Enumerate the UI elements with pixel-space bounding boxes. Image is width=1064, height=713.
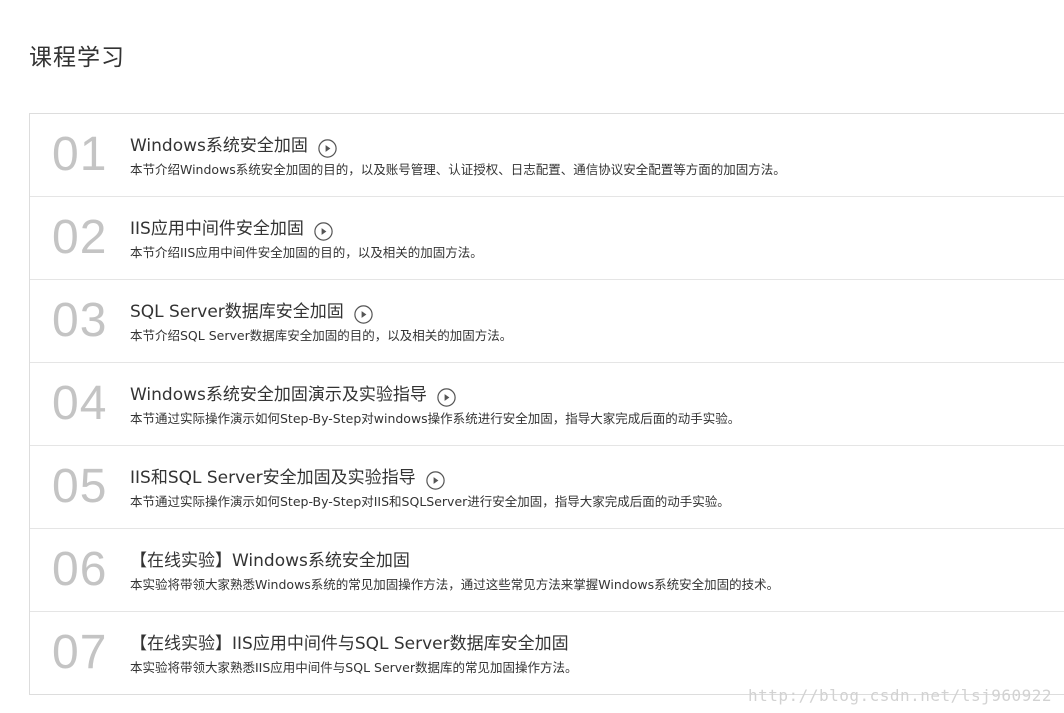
play-circle-icon[interactable] (314, 221, 333, 241)
course-title-row: IIS应用中间件安全加固 (130, 217, 333, 241)
course-number: 02 (52, 211, 108, 264)
play-circle-icon[interactable] (437, 387, 456, 407)
course-title-link[interactable]: Windows系统安全加固演示及实验指导 (130, 384, 427, 406)
play-circle-icon[interactable] (354, 304, 373, 324)
course-description: 本实验将带领大家熟悉Windows系统的常见加固操作方法，通过这些常见方法来掌握… (130, 577, 780, 592)
course-item[interactable]: 03 SQL Server数据库安全加固 本节介绍SQL Server数据库安全… (30, 280, 1064, 363)
watermark: http://blog.csdn.net/lsj960922 (748, 686, 1052, 705)
play-circle-icon[interactable] (318, 138, 337, 158)
course-title-link[interactable]: 【在线实验】Windows系统安全加固 (130, 550, 410, 572)
course-title-row: IIS和SQL Server安全加固及实验指导 (130, 466, 445, 490)
course-title-row: Windows系统安全加固演示及实验指导 (130, 383, 456, 407)
course-title-link[interactable]: 【在线实验】IIS应用中间件与SQL Server数据库安全加固 (130, 633, 569, 655)
course-item[interactable]: 01 Windows系统安全加固 本节介绍Windows系统安全加固的目的，以及… (30, 114, 1064, 197)
course-description: 本实验将带领大家熟悉IIS应用中间件与SQL Server数据库的常见加固操作方… (130, 660, 578, 675)
course-title-row: SQL Server数据库安全加固 (130, 300, 373, 324)
course-title-link[interactable]: Windows系统安全加固 (130, 135, 308, 157)
course-item[interactable]: 04 Windows系统安全加固演示及实验指导 本节通过实际操作演示如何Step… (30, 363, 1064, 446)
course-item[interactable]: 05 IIS和SQL Server安全加固及实验指导 本节通过实际操作演示如何S… (30, 446, 1064, 529)
course-item[interactable]: 06 【在线实验】Windows系统安全加固 本实验将带领大家熟悉Windows… (30, 529, 1064, 612)
course-number: 03 (52, 294, 108, 347)
course-description: 本节通过实际操作演示如何Step-By-Step对IIS和SQLServer进行… (130, 494, 730, 509)
course-description: 本节介绍IIS应用中间件安全加固的目的，以及相关的加固方法。 (130, 245, 483, 260)
course-number: 06 (52, 543, 108, 596)
play-circle-icon[interactable] (425, 470, 445, 490)
course-number: 04 (52, 377, 108, 430)
course-description: 本节介绍SQL Server数据库安全加固的目的，以及相关的加固方法。 (130, 328, 513, 343)
course-item[interactable]: 02 IIS应用中间件安全加固 本节介绍IIS应用中间件安全加固的目的，以及相关… (30, 197, 1064, 280)
course-description: 本节介绍Windows系统安全加固的目的，以及账号管理、认证授权、日志配置、通信… (130, 162, 786, 177)
course-number: 01 (52, 128, 108, 181)
page-title: 课程学习 (29, 45, 125, 71)
course-title-link[interactable]: IIS和SQL Server安全加固及实验指导 (130, 467, 416, 489)
course-title-link[interactable]: IIS应用中间件安全加固 (130, 218, 304, 240)
course-number: 07 (52, 626, 108, 679)
course-title-row: 【在线实验】IIS应用中间件与SQL Server数据库安全加固 (130, 632, 569, 656)
course-description: 本节通过实际操作演示如何Step-By-Step对windows操作系统进行安全… (130, 411, 741, 426)
course-title-row: Windows系统安全加固 (130, 134, 337, 158)
course-title-row: 【在线实验】Windows系统安全加固 (130, 549, 410, 573)
course-title-link[interactable]: SQL Server数据库安全加固 (130, 301, 344, 323)
course-item[interactable]: 07 【在线实验】IIS应用中间件与SQL Server数据库安全加固 本实验将… (30, 612, 1064, 694)
course-number: 05 (52, 460, 108, 513)
course-list: 01 Windows系统安全加固 本节介绍Windows系统安全加固的目的，以及… (29, 113, 1064, 695)
